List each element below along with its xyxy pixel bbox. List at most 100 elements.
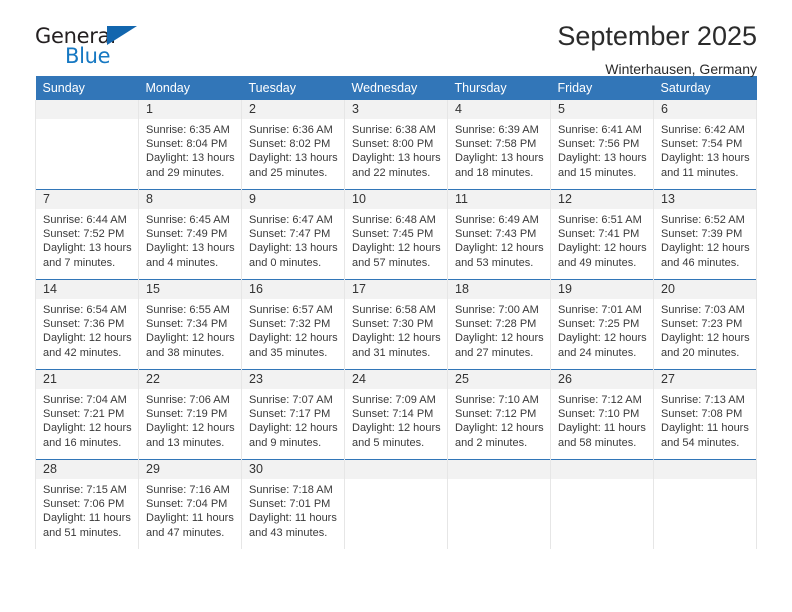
day-number: 2 <box>242 100 344 119</box>
detail-daylight-line2: and 15 minutes. <box>558 166 637 179</box>
day-number: 21 <box>36 370 138 389</box>
calendar-day-cell[interactable]: 19 Sunrise: 7:01 AM Sunset: 7:25 PM Dayligh… <box>550 279 654 370</box>
calendar-day-cell[interactable]: 5 Sunrise: 6:41 AM Sunset: 7:56 PM Daylight… <box>550 100 654 190</box>
calendar-day-cell[interactable]: 8 Sunrise: 6:45 AM Sunset: 7:49 PM Daylight… <box>138 189 242 280</box>
day-details: Sunrise: 6:41 AM Sunset: 7:56 PM Daylight:… <box>551 119 653 180</box>
detail-sunset: Sunset: 7:45 PM <box>352 228 434 241</box>
page-header: General Blue September 2025 Winterhausen… <box>35 0 757 76</box>
day-number: 12 <box>551 190 653 209</box>
calendar-day-cell[interactable]: 20 Sunrise: 7:03 AM Sunset: 7:23 PM Dayligh… <box>653 279 757 370</box>
calendar-day-cell[interactable]: 14 Sunrise: 6:54 AM Sunset: 7:36 PM Dayligh… <box>35 279 139 370</box>
detail-sunset: Sunset: 7:54 PM <box>661 138 743 151</box>
page-subtitle: Winterhausen, Germany <box>605 60 757 77</box>
calendar-day-cell[interactable]: 29 Sunrise: 7:16 AM Sunset: 7:04 PM Dayligh… <box>138 459 242 549</box>
detail-daylight-line1: Daylight: 12 hours <box>352 422 441 435</box>
day-number: 23 <box>242 370 344 389</box>
detail-sunrise: Sunrise: 7:15 AM <box>43 484 127 496</box>
calendar-day-cell[interactable]: 9 Sunrise: 6:47 AM Sunset: 7:47 PM Daylight… <box>241 189 345 280</box>
detail-daylight-line1: Daylight: 12 hours <box>352 332 441 345</box>
detail-daylight-line1: Daylight: 12 hours <box>661 242 750 255</box>
day-number: 11 <box>448 190 550 209</box>
calendar-day-cell[interactable]: 6 Sunrise: 6:42 AM Sunset: 7:54 PM Daylight… <box>653 100 757 190</box>
calendar-day-cell[interactable]: 21 Sunrise: 7:04 AM Sunset: 7:21 PM Dayligh… <box>35 369 139 460</box>
detail-sunset: Sunset: 8:00 PM <box>352 138 434 151</box>
day-details: Sunrise: 7:04 AM Sunset: 7:21 PM Daylight:… <box>36 389 138 450</box>
detail-sunset: Sunset: 8:04 PM <box>146 138 228 151</box>
detail-daylight-line2: and 22 minutes. <box>352 166 431 179</box>
calendar-day-cell[interactable]: 22 Sunrise: 7:06 AM Sunset: 7:19 PM Dayligh… <box>138 369 242 460</box>
calendar-day-cell[interactable]: 3 Sunrise: 6:38 AM Sunset: 8:00 PM Daylight… <box>344 100 448 190</box>
day-number: 9 <box>242 190 344 209</box>
detail-sunset: Sunset: 7:39 PM <box>661 228 743 241</box>
detail-daylight-line2: and 18 minutes. <box>455 166 534 179</box>
day-details: Sunrise: 6:55 AM Sunset: 7:34 PM Daylight:… <box>139 299 241 360</box>
calendar-day-cell[interactable]: 24 Sunrise: 7:09 AM Sunset: 7:14 PM Dayligh… <box>344 369 448 460</box>
detail-daylight-line1: Daylight: 13 hours <box>661 152 750 165</box>
detail-sunset: Sunset: 7:01 PM <box>249 498 331 511</box>
detail-sunset: Sunset: 8:02 PM <box>249 138 331 151</box>
detail-daylight-line1: Daylight: 12 hours <box>43 332 132 345</box>
day-details: Sunrise: 6:48 AM Sunset: 7:45 PM Daylight:… <box>345 209 447 270</box>
calendar-day-cell[interactable]: 28 Sunrise: 7:15 AM Sunset: 7:06 PM Dayligh… <box>35 459 139 549</box>
detail-sunrise: Sunrise: 6:54 AM <box>43 304 127 316</box>
detail-sunrise: Sunrise: 7:06 AM <box>146 394 230 406</box>
calendar-day-cell[interactable]: 4 Sunrise: 6:39 AM Sunset: 7:58 PM Daylight… <box>447 100 551 190</box>
calendar-day-cell[interactable]: 15 Sunrise: 6:55 AM Sunset: 7:34 PM Dayligh… <box>138 279 242 370</box>
calendar-day-cell[interactable]: 30 Sunrise: 7:18 AM Sunset: 7:01 PM Dayligh… <box>241 459 345 549</box>
calendar-week-row: 1 Sunrise: 6:35 AM Sunset: 8:04 PM Daylight… <box>35 100 757 190</box>
detail-sunset: Sunset: 7:56 PM <box>558 138 640 151</box>
weekday-header-row: Sunday Monday Tuesday Wednesday Thursday Frid… <box>35 76 757 100</box>
calendar-day-cell[interactable]: 27 Sunrise: 7:13 AM Sunset: 7:08 PM Dayligh… <box>653 369 757 460</box>
calendar-day-cell[interactable]: 2 Sunrise: 6:36 AM Sunset: 8:02 PM Daylight… <box>241 100 345 190</box>
day-details: Sunrise: 6:49 AM Sunset: 7:43 PM Daylight:… <box>448 209 550 270</box>
detail-daylight-line1: Daylight: 11 hours <box>558 422 646 435</box>
detail-daylight-line1: Daylight: 11 hours <box>146 512 234 525</box>
day-details: Sunrise: 6:44 AM Sunset: 7:52 PM Daylight:… <box>36 209 138 270</box>
calendar-day-cell[interactable]: 25 Sunrise: 7:10 AM Sunset: 7:12 PM Dayligh… <box>447 369 551 460</box>
calendar-day-cell[interactable]: 10 Sunrise: 6:48 AM Sunset: 7:45 PM Dayligh… <box>344 189 448 280</box>
calendar-cell-empty <box>344 459 448 549</box>
detail-sunset: Sunset: 7:19 PM <box>146 408 228 421</box>
detail-sunrise: Sunrise: 7:10 AM <box>455 394 539 406</box>
calendar-day-cell[interactable]: 11 Sunrise: 6:49 AM Sunset: 7:43 PM Dayligh… <box>447 189 551 280</box>
calendar-day-cell[interactable]: 13 Sunrise: 6:52 AM Sunset: 7:39 PM Dayligh… <box>653 189 757 280</box>
detail-daylight-line1: Daylight: 13 hours <box>43 242 132 255</box>
calendar-cell-empty <box>653 459 757 549</box>
calendar-week-row: 14 Sunrise: 6:54 AM Sunset: 7:36 PM Dayligh… <box>35 279 757 370</box>
detail-sunset: Sunset: 7:10 PM <box>558 408 640 421</box>
day-details: Sunrise: 7:03 AM Sunset: 7:23 PM Daylight:… <box>654 299 756 360</box>
detail-sunset: Sunset: 7:34 PM <box>146 318 228 331</box>
detail-sunset: Sunset: 7:28 PM <box>455 318 537 331</box>
general-blue-logo[interactable]: General Blue <box>35 22 150 70</box>
day-number: 1 <box>139 100 241 119</box>
calendar-day-cell[interactable]: 7 Sunrise: 6:44 AM Sunset: 7:52 PM Daylight… <box>35 189 139 280</box>
day-details: Sunrise: 6:52 AM Sunset: 7:39 PM Daylight:… <box>654 209 756 270</box>
calendar-day-cell[interactable]: 26 Sunrise: 7:12 AM Sunset: 7:10 PM Dayligh… <box>550 369 654 460</box>
day-number <box>345 460 447 479</box>
day-details: Sunrise: 7:16 AM Sunset: 7:04 PM Daylight:… <box>139 479 241 540</box>
detail-daylight-line2: and 5 minutes. <box>352 436 425 449</box>
calendar-day-cell[interactable]: 12 Sunrise: 6:51 AM Sunset: 7:41 PM Dayligh… <box>550 189 654 280</box>
detail-sunrise: Sunrise: 6:58 AM <box>352 304 436 316</box>
detail-sunrise: Sunrise: 7:03 AM <box>661 304 745 316</box>
calendar-day-cell[interactable]: 23 Sunrise: 7:07 AM Sunset: 7:17 PM Dayligh… <box>241 369 345 460</box>
detail-daylight-line1: Daylight: 13 hours <box>249 242 338 255</box>
calendar-week-row: 21 Sunrise: 7:04 AM Sunset: 7:21 PM Dayligh… <box>35 369 757 460</box>
day-number: 10 <box>345 190 447 209</box>
calendar-day-cell[interactable]: 1 Sunrise: 6:35 AM Sunset: 8:04 PM Daylight… <box>138 100 242 190</box>
day-number: 29 <box>139 460 241 479</box>
day-number: 17 <box>345 280 447 299</box>
calendar-day-cell[interactable]: 18 Sunrise: 7:00 AM Sunset: 7:28 PM Dayligh… <box>447 279 551 370</box>
calendar-day-cell[interactable]: 16 Sunrise: 6:57 AM Sunset: 7:32 PM Dayligh… <box>241 279 345 370</box>
calendar-week-row: 7 Sunrise: 6:44 AM Sunset: 7:52 PM Daylight… <box>35 189 757 280</box>
detail-daylight-line2: and 16 minutes. <box>43 436 122 449</box>
detail-daylight-line1: Daylight: 13 hours <box>455 152 544 165</box>
day-number: 19 <box>551 280 653 299</box>
day-details: Sunrise: 6:54 AM Sunset: 7:36 PM Daylight:… <box>36 299 138 360</box>
day-details: Sunrise: 6:39 AM Sunset: 7:58 PM Daylight:… <box>448 119 550 180</box>
day-details: Sunrise: 6:47 AM Sunset: 7:47 PM Daylight:… <box>242 209 344 270</box>
detail-daylight-line2: and 29 minutes. <box>146 166 225 179</box>
detail-sunrise: Sunrise: 7:07 AM <box>249 394 333 406</box>
detail-daylight-line2: and 42 minutes. <box>43 346 122 359</box>
calendar-day-cell[interactable]: 17 Sunrise: 6:58 AM Sunset: 7:30 PM Dayligh… <box>344 279 448 370</box>
